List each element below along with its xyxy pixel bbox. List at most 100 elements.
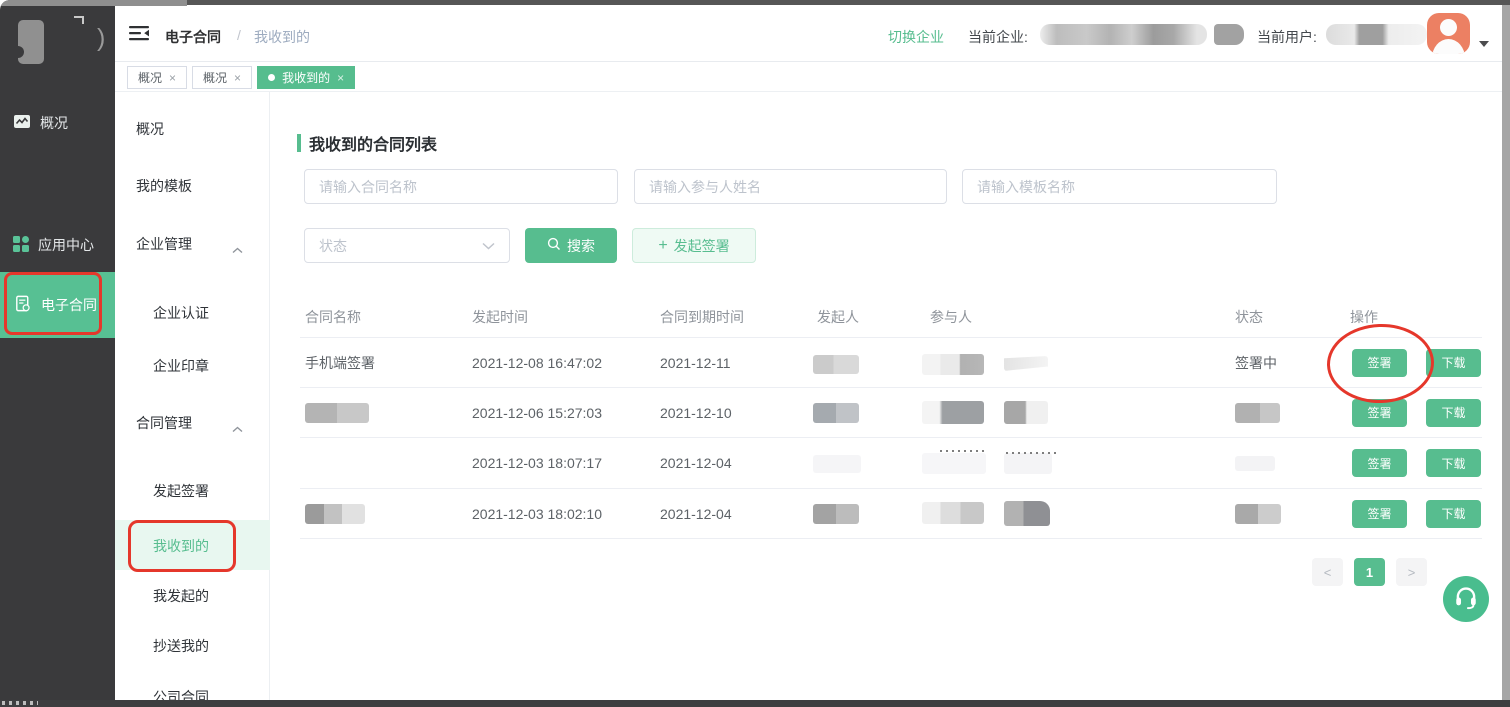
participant-redacted [922,401,984,424]
close-icon[interactable]: × [169,72,176,84]
breadcrumb-root[interactable]: 电子合同 [165,27,221,47]
avatar[interactable] [1427,13,1470,54]
initiate-sign-button[interactable]: + 发起签署 [632,228,756,263]
sign-button[interactable]: 签署 [1352,399,1407,427]
redaction-artifact [1006,452,1058,454]
contract-doc-icon [13,294,32,316]
participant-redacted [1004,453,1052,474]
search-button[interactable]: 搜索 [525,228,617,263]
contract-name: 手机端签署 [305,353,375,373]
magnifier-icon [547,237,561,254]
close-icon[interactable]: × [337,72,344,84]
start-time: 2021-12-03 18:02:10 [472,506,602,522]
person-icon-body [1432,39,1465,54]
participant-name-input[interactable] [634,169,947,204]
primary-sidebar: ) 概况 应用中心 电子合同 [0,0,115,707]
logo-redacted-paren: ) [97,24,105,53]
redaction-artifact [940,450,986,452]
apps-grid-icon [13,236,29,255]
tab-received-active[interactable]: 我收到的 × [257,66,355,89]
subnav-contract-mgmt[interactable]: 合同管理 [136,415,192,431]
template-name-input[interactable] [962,169,1277,204]
subnav-company-mgmt[interactable]: 企业管理 [136,236,192,252]
expire-date: 2021-12-04 [660,455,732,471]
start-time: 2021-12-08 16:47:02 [472,355,602,371]
download-button[interactable]: 下载 [1426,500,1481,528]
status-badge: 签署中 [1235,353,1277,373]
download-button[interactable]: 下载 [1426,349,1481,377]
window-edge-top [187,0,1510,5]
app-window: ) 概况 应用中心 电子合同 电子合同 / 我收到的 切换企业 [0,0,1510,707]
tab-overview-1[interactable]: 概况 × [127,66,187,89]
sidebar-item-label: 应用中心 [38,235,94,255]
window-edge-bottom [0,700,1510,707]
sidebar-item-overview[interactable]: 概况 [0,106,115,140]
table-row: 2021-12-03 18:02:10 2021-12-04 签署 下载 [300,489,1482,539]
headset-icon [1453,584,1479,615]
pagination-page-1[interactable]: 1 [1354,558,1385,586]
expire-date: 2021-12-11 [660,355,731,371]
chevron-up-icon[interactable] [232,420,243,436]
breadcrumb-separator: / [237,27,241,43]
contract-name-input[interactable] [304,169,618,204]
main-content: 我收到的合同列表 状态 搜索 + 发起签署 合同名称 发起时间 合同到期时间 发… [270,92,1510,707]
breadcrumb-current: 我收到的 [254,27,310,47]
subnav-company-seal[interactable]: 企业印章 [153,358,209,374]
logo-redacted-mark [74,16,84,24]
subnav-initiate-sign[interactable]: 发起签署 [153,483,209,499]
tab-overview-2[interactable]: 概况 × [192,66,252,89]
title-accent-bar [297,134,301,152]
tab-label: 概况 [203,69,227,86]
expire-date: 2021-12-10 [660,405,732,421]
participant-redacted [1004,356,1048,371]
dot-icon [268,74,275,81]
chevron-up-icon[interactable] [232,241,243,257]
window-edge-right [1502,5,1510,700]
logo-redacted-notch [12,46,24,58]
start-time: 2021-12-06 15:27:03 [472,405,602,421]
sign-button[interactable]: 签署 [1352,500,1407,528]
subnav-company-auth[interactable]: 企业认证 [153,305,209,321]
chevron-down-icon [482,237,495,255]
initiator-redacted [813,355,859,374]
participant-redacted [922,453,986,474]
status-redacted [1235,403,1280,423]
close-icon[interactable]: × [234,72,241,84]
current-company-redacted-2 [1214,24,1244,45]
person-icon [1440,19,1457,36]
status-redacted [1235,504,1281,524]
download-button[interactable]: 下载 [1426,399,1481,427]
caret-down-icon[interactable] [1479,41,1489,47]
customer-service-button[interactable] [1443,576,1489,622]
sign-button[interactable]: 签署 [1352,349,1407,377]
table-row: 2021-12-06 15:27:03 2021-12-10 签署 下载 [300,388,1482,438]
participant-redacted [922,354,984,375]
subnav-received[interactable]: 我收到的 [153,538,209,554]
subnav-overview[interactable]: 概况 [136,121,164,137]
pagination-next-button[interactable]: > [1396,558,1427,586]
status-redacted [1235,456,1275,471]
download-button[interactable]: 下载 [1426,449,1481,477]
sidebar-item-app-center[interactable]: 应用中心 [0,228,115,262]
redaction-artifact [2,701,38,705]
contract-name-redacted [305,504,365,524]
sidebar-item-e-contract[interactable]: 电子合同 [0,272,115,338]
sign-button[interactable]: 签署 [1352,449,1407,477]
switch-company-link[interactable]: 切换企业 [888,27,944,47]
open-tabs-bar: 概况 × 概况 × 我收到的 × [115,62,1510,92]
current-company-label: 当前企业: [968,27,1028,47]
status-select[interactable]: 状态 [304,228,510,263]
contract-name-redacted [305,403,369,423]
page-title: 我收到的合同列表 [297,131,437,155]
subnav-cc-me[interactable]: 抄送我的 [153,638,209,654]
subnav-my-templates[interactable]: 我的模板 [136,178,192,194]
sidebar-item-label: 概况 [40,113,68,133]
logo-redacted [18,20,44,64]
menu-fold-icon[interactable] [129,25,149,44]
tab-label: 我收到的 [282,69,330,86]
pagination-prev-button[interactable]: < [1312,558,1343,586]
plus-icon: + [658,238,667,254]
subnav-initiated[interactable]: 我发起的 [153,588,209,604]
topbar: 电子合同 / 我收到的 切换企业 当前企业: 当前用户: [115,0,1510,62]
secondary-sidebar: 概况 我的模板 企业管理 企业认证 企业印章 合同管理 发起签署 我收到的 我发… [115,92,270,707]
